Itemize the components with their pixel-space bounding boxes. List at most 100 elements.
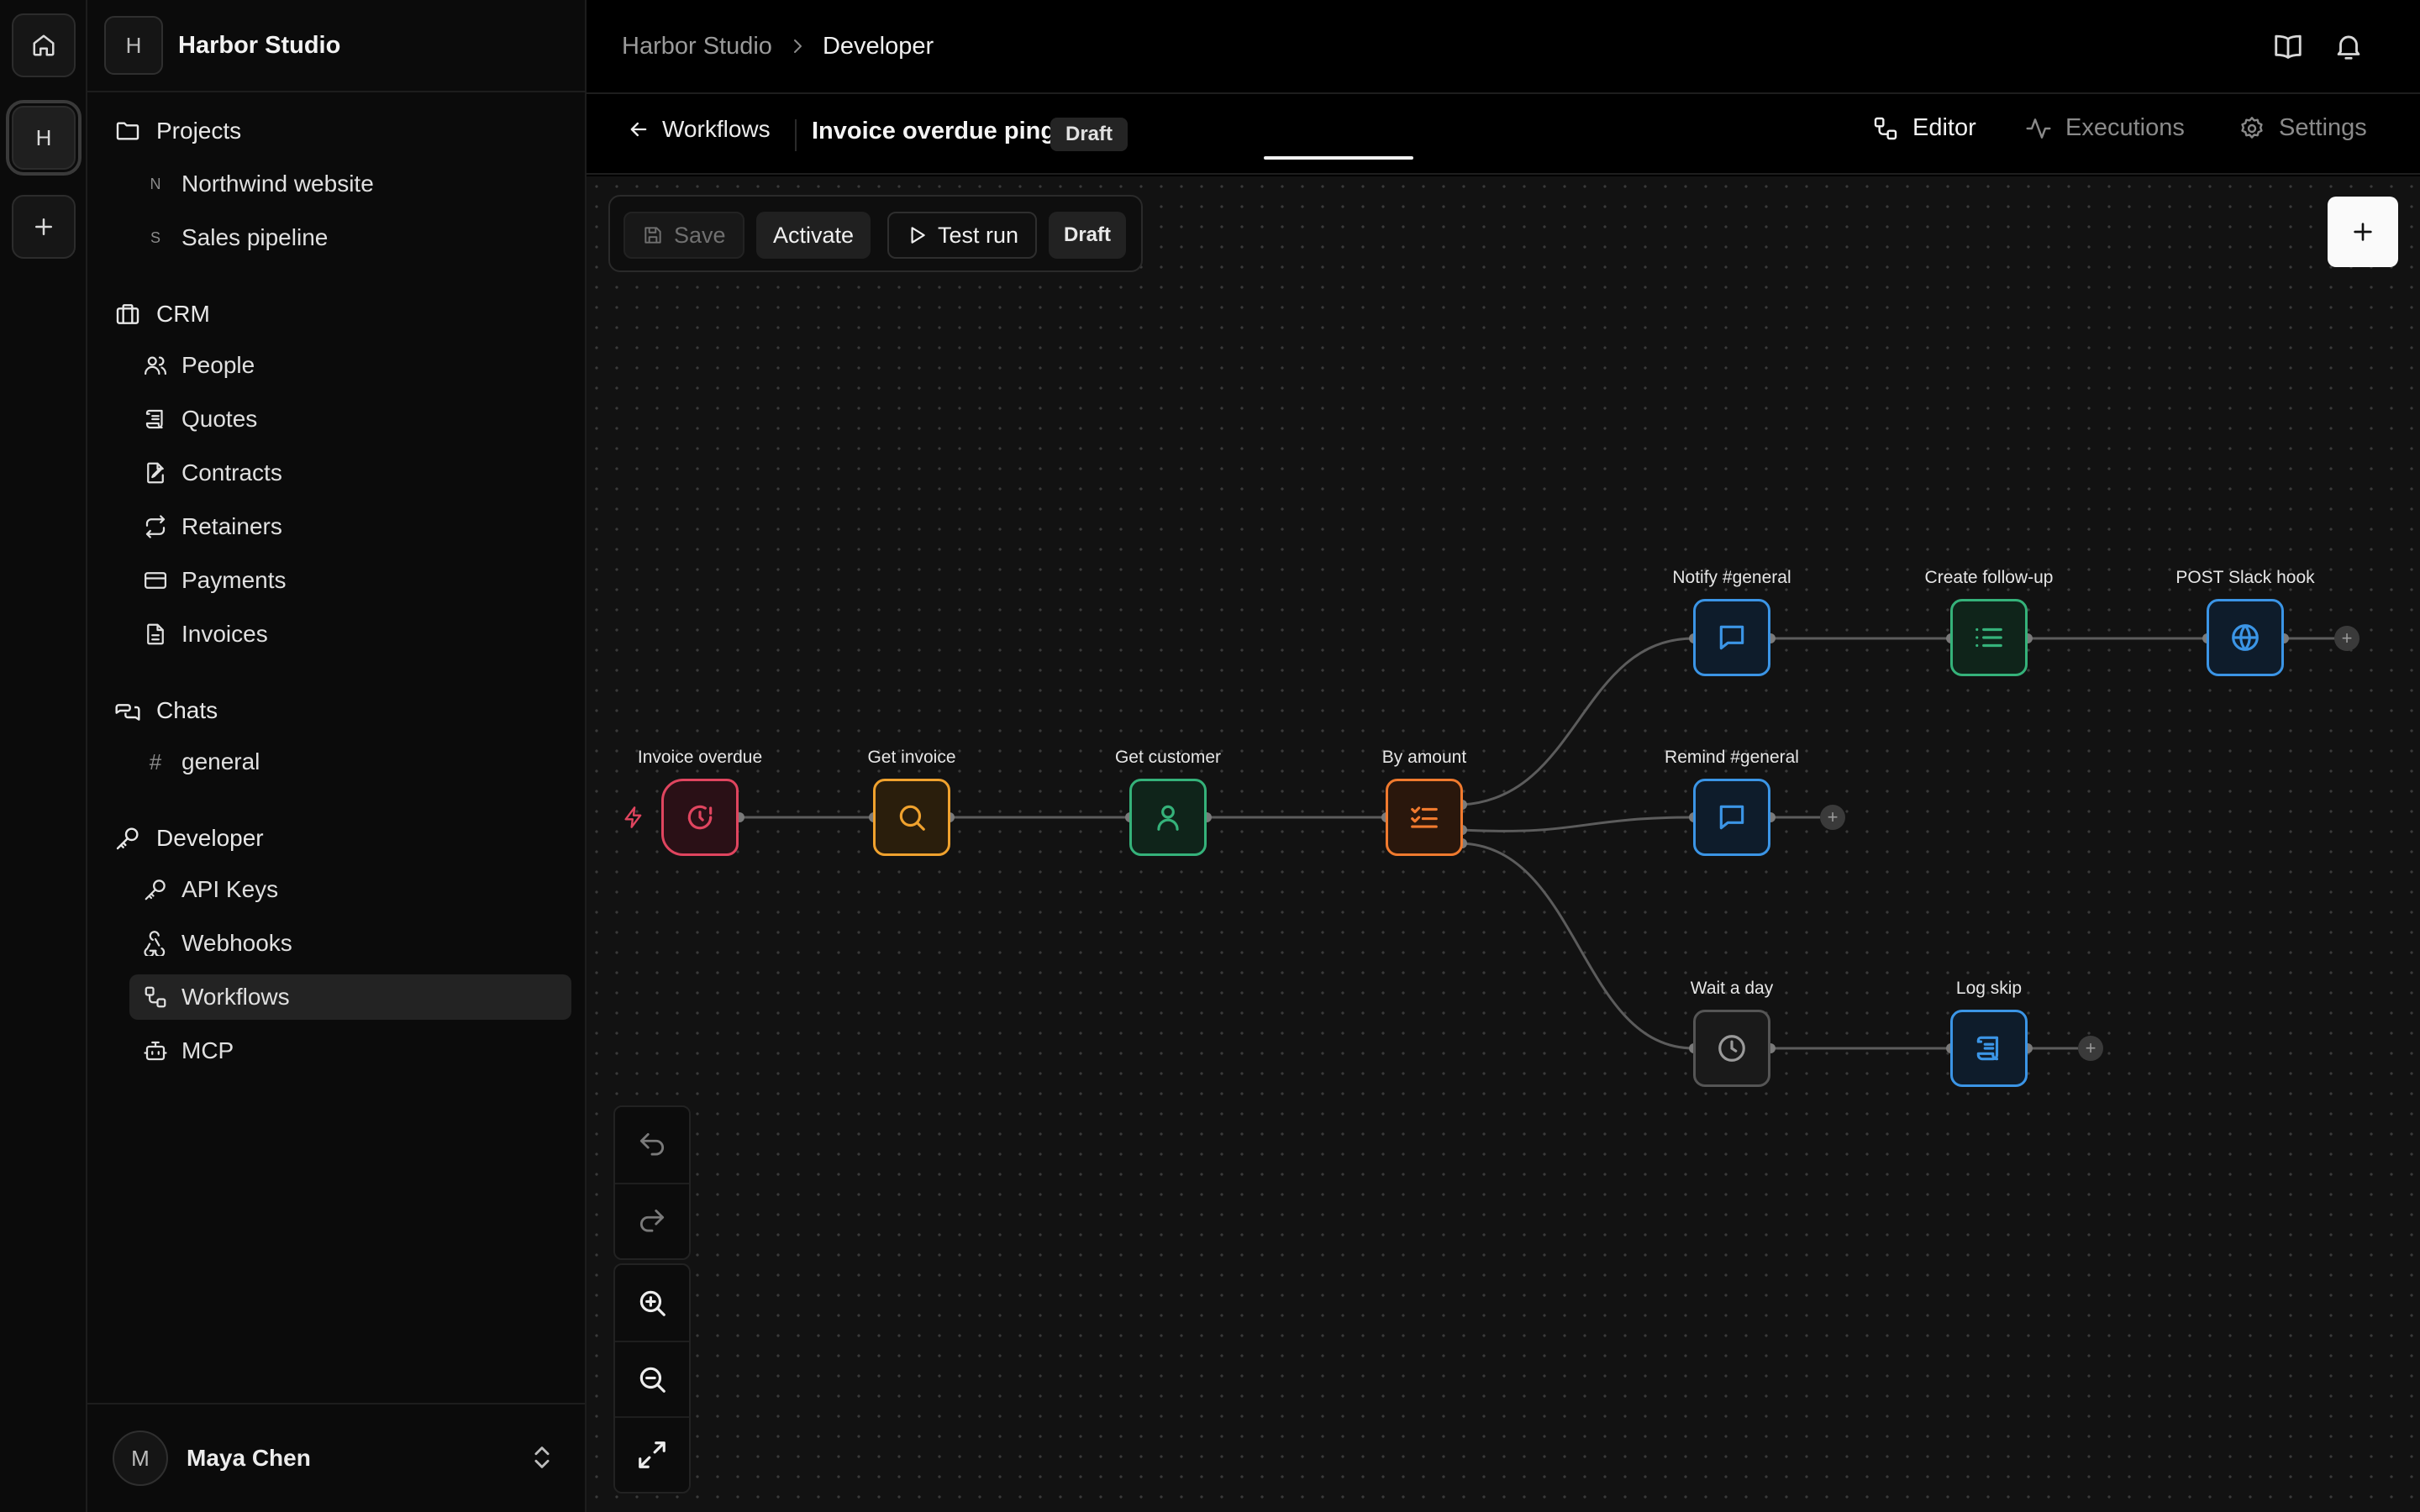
- home-button[interactable]: [12, 13, 76, 77]
- sidebar-item-api-keys[interactable]: API Keys: [129, 867, 571, 912]
- messages-icon: [115, 704, 140, 721]
- add-node-button[interactable]: [2328, 197, 2398, 267]
- sidebar-item-label: MCP: [182, 1037, 234, 1063]
- hash-icon: #: [149, 748, 162, 774]
- file-signature-icon: [147, 462, 164, 484]
- file-text-icon: [147, 623, 164, 645]
- key-icon: [116, 827, 139, 850]
- user-menu[interactable]: M Maya Chen: [87, 1403, 585, 1512]
- project-letter: S: [150, 228, 160, 246]
- people-icon: [145, 356, 166, 375]
- workflow-canvas[interactable]: [587, 176, 2420, 1512]
- tab-settings[interactable]: Settings: [2238, 114, 2367, 142]
- node-notify-general[interactable]: [1693, 599, 1770, 676]
- list-icon: [1975, 627, 2002, 648]
- undo-icon: [639, 1132, 665, 1156]
- briefcase-icon: [116, 304, 139, 324]
- sidebar-item-sales-pipeline[interactable]: S Sales pipeline: [129, 215, 571, 260]
- add-step-button[interactable]: +: [1820, 805, 1845, 830]
- node-by-amount[interactable]: [1386, 779, 1463, 856]
- sidebar-item-contracts[interactable]: Contracts: [129, 450, 571, 496]
- sidebar-item-invoices[interactable]: Invoices: [129, 612, 571, 657]
- node-create-follow-up[interactable]: [1950, 599, 2028, 676]
- redo-icon: [639, 1209, 665, 1232]
- test-run-label: Test run: [938, 222, 1019, 248]
- sidebar-item-label: Sales pipeline: [182, 224, 329, 250]
- tab-executions[interactable]: Executions: [2025, 114, 2185, 142]
- activate-button[interactable]: Activate: [756, 212, 871, 259]
- workflow-title[interactable]: Invoice overdue ping: [812, 118, 1055, 145]
- sidebar-item-retainers[interactable]: Retainers: [129, 504, 571, 549]
- message-icon: [1719, 625, 1744, 650]
- book-icon[interactable]: [2272, 30, 2304, 62]
- section-developer-label: Developer: [156, 825, 264, 851]
- node-log-skip[interactable]: [1950, 1010, 2028, 1087]
- credit-card-icon: [145, 572, 166, 589]
- user-avatar: M: [113, 1431, 168, 1486]
- bell-icon[interactable]: [2333, 30, 2365, 62]
- sidebar-item-label: Payments: [182, 567, 287, 593]
- sidebar-item-workflows[interactable]: Workflows: [129, 974, 571, 1020]
- save-button[interactable]: Save: [623, 212, 744, 259]
- sidebar-item-label: Invoices: [182, 621, 268, 647]
- node-wait-a-day[interactable]: [1693, 1010, 1770, 1087]
- undo-button[interactable]: [615, 1107, 689, 1183]
- section-chats-label: Chats: [156, 697, 218, 723]
- sidebar-item-payments[interactable]: Payments: [129, 558, 571, 603]
- add-step-button[interactable]: +: [2078, 1036, 2103, 1061]
- sidebar-header[interactable]: H Harbor Studio: [87, 0, 585, 92]
- section-projects-label: Projects: [156, 118, 242, 144]
- sidebar-item-label: People: [182, 352, 255, 378]
- node-invoice-overdue[interactable]: [661, 779, 739, 856]
- test-run-button[interactable]: Test run: [887, 212, 1038, 259]
- webhook-icon: [144, 931, 166, 956]
- section-crm[interactable]: CRM: [114, 301, 210, 328]
- sidebar-item-webhooks[interactable]: Webhooks: [129, 921, 571, 966]
- key-icon: [145, 879, 166, 900]
- node-label: Wait a day: [1690, 979, 1774, 998]
- section-developer[interactable]: Developer: [114, 825, 264, 852]
- workspace-switcher[interactable]: H: [6, 100, 82, 176]
- node-label: Remind #general: [1665, 748, 1799, 767]
- workflow-header: Workflows Invoice overdue ping Draft Edi…: [587, 94, 2420, 175]
- node-label: Log skip: [1955, 979, 2023, 998]
- activate-label: Activate: [773, 222, 855, 248]
- section-projects[interactable]: Projects: [114, 118, 241, 144]
- fit-view-button[interactable]: [615, 1416, 689, 1492]
- section-chats[interactable]: Chats: [114, 697, 218, 724]
- node-label: POST Slack hook: [2175, 568, 2315, 587]
- sidebar-item-label: Retainers: [182, 513, 282, 539]
- node-get-customer[interactable]: [1129, 779, 1207, 856]
- home-icon: [33, 34, 55, 56]
- sidebar-item-quotes[interactable]: Quotes: [129, 396, 571, 442]
- play-icon: [911, 227, 925, 244]
- add-workspace-button[interactable]: [12, 195, 76, 259]
- sidebar-item-general[interactable]: # general: [129, 739, 571, 785]
- zoom-out-icon: [639, 1367, 666, 1393]
- sidebar-item-people[interactable]: People: [129, 343, 571, 388]
- repeat-icon: [145, 515, 166, 538]
- sidebar-item-mcp[interactable]: MCP: [129, 1028, 571, 1074]
- scroll-icon: [145, 409, 163, 429]
- zoom-in-button[interactable]: [615, 1265, 689, 1341]
- node-remind-general[interactable]: [1693, 779, 1770, 856]
- node-get-invoice[interactable]: [873, 779, 950, 856]
- draft-badge: Draft: [1049, 212, 1127, 259]
- user-name: Maya Chen: [187, 1445, 311, 1471]
- sidebar-item-northwind-website[interactable]: N Northwind website: [129, 161, 571, 207]
- back-label: Workflows: [662, 116, 771, 142]
- zoom-out-button[interactable]: [615, 1341, 689, 1416]
- add-step-button[interactable]: +: [2334, 626, 2360, 651]
- node-post-slack-hook[interactable]: [2207, 599, 2284, 676]
- activity-icon: [2026, 118, 2051, 139]
- redo-button[interactable]: [615, 1183, 689, 1258]
- breadcrumb-current[interactable]: Developer: [823, 33, 934, 60]
- bot-icon: [144, 1041, 167, 1061]
- tab-editor[interactable]: Editor: [1872, 114, 1976, 142]
- search-icon: [899, 805, 925, 831]
- breadcrumb-workspace[interactable]: Harbor Studio: [622, 33, 772, 60]
- user-icon: [1157, 805, 1179, 831]
- back-to-workflows-link[interactable]: Workflows: [627, 116, 771, 143]
- list-checks-icon: [1411, 806, 1438, 828]
- workflow-icon: [1874, 117, 1897, 139]
